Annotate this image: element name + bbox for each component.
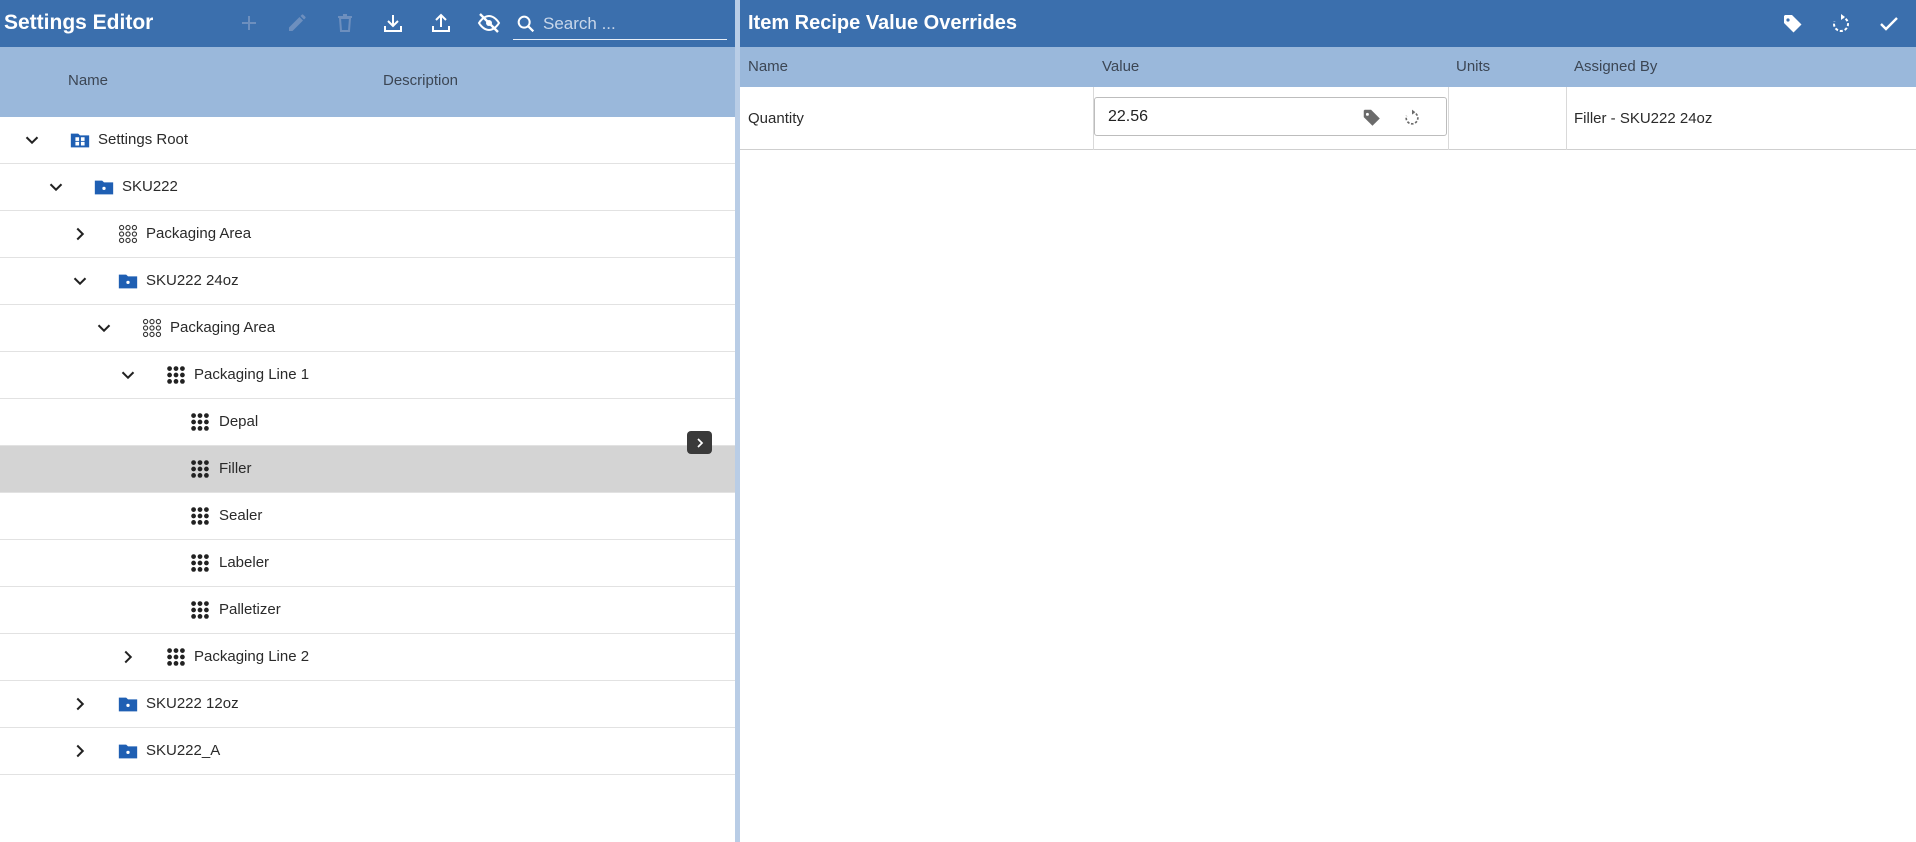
tree-node-label: Settings Root [98,131,189,148]
settings-tree: Settings Root SKU222 Packaging Area SKU2… [0,117,735,775]
overrides-table-header: Name Value Units Assigned By [740,47,1916,87]
tree-column-header: Name Description [0,47,735,117]
column-name-header: Name [748,58,789,75]
reset-icon[interactable] [1400,106,1424,130]
tree-node-sku222[interactable]: SKU222 [0,164,735,211]
chevron-right-icon [696,437,703,448]
area-grid-icon [118,224,138,244]
reset-icon[interactable] [1828,11,1854,37]
tree-node-label: Depal [219,413,259,430]
chevron-down-icon[interactable] [21,129,43,151]
line-grid-icon [191,413,209,431]
tree-node-label: SKU222_A [146,742,221,759]
chevron-right-icon[interactable] [69,223,91,245]
check-icon[interactable] [1876,11,1902,37]
tag-icon[interactable] [1780,11,1806,37]
tree-node-label: Packaging Line 2 [194,648,310,665]
chevron-down-icon[interactable] [117,364,139,386]
tree-node-packaging-line-1[interactable]: Packaging Line 1 [0,352,735,399]
folder-icon [94,180,114,195]
tree-node-palletizer[interactable]: Palletizer [0,587,735,634]
tree-node-label: Palletizer [219,601,281,618]
tree-node-filler[interactable]: Filler [0,446,735,493]
tree-node-label: Packaging Line 1 [194,366,310,383]
line-grid-icon [191,554,209,572]
tree-node-sku222-24oz[interactable]: SKU222 24oz [0,258,735,305]
chevron-down-icon[interactable] [93,317,115,339]
tree-node-label: Packaging Area [146,225,252,242]
chevron-right-icon[interactable] [69,740,91,762]
row-assigned-by-cell: Filler - SKU222 24oz [1574,110,1713,127]
column-units-header: Units [1456,58,1491,75]
tree-node-depal[interactable]: Depal [0,399,735,446]
column-divider [1566,87,1567,150]
search-icon [517,15,535,33]
tree-node-sku222-a[interactable]: SKU222_A [0,728,735,775]
tree-node-label: Filler [219,460,252,477]
settings-root-icon [70,133,90,148]
settings-editor-toolbar: Settings Editor [0,0,735,47]
tree-node-label: Labeler [219,554,270,571]
folder-icon [118,744,138,759]
tree-node-label: Sealer [219,507,263,524]
tree-node-packaging-area[interactable]: Packaging Area [0,305,735,352]
area-grid-icon [142,318,162,338]
chevron-right-icon[interactable] [117,646,139,668]
folder-icon [118,274,138,289]
line-grid-icon [167,366,185,384]
table-row[interactable]: Quantity 22.56 Filler - SKU222 24oz [740,87,1916,150]
add-icon[interactable] [236,10,262,36]
line-grid-icon [191,460,209,478]
value-field[interactable]: 22.56 [1094,97,1447,136]
tree-node-label: Packaging Area [170,319,276,336]
tag-icon[interactable] [1360,106,1384,130]
delete-icon[interactable] [332,10,358,36]
column-description-header: Description [383,72,459,89]
column-divider [1448,87,1449,150]
upload-icon[interactable] [428,10,454,36]
value-input[interactable]: 22.56 [1108,108,1148,126]
value-overrides-panel: Item Recipe Value Overrides Name Value U… [740,0,1916,842]
chevron-down-icon[interactable] [69,270,91,292]
tree-node-sku222-12oz[interactable]: SKU222 12oz [0,681,735,728]
row-name-cell: Quantity [748,110,804,127]
chevron-down-icon[interactable] [45,176,67,198]
tree-node-label: SKU222 [122,178,178,195]
line-grid-icon [191,601,209,619]
chevron-right-icon[interactable] [69,693,91,715]
column-assigned-by-header: Assigned By [1574,58,1658,75]
visibility-off-icon[interactable] [476,10,502,36]
settings-editor-panel: Settings Editor Name Description [0,0,735,842]
search-field[interactable] [513,8,727,40]
collapse-panel-button[interactable] [687,431,712,454]
overrides-header: Item Recipe Value Overrides [740,0,1916,47]
tree-node-settings-root[interactable]: Settings Root [0,117,735,164]
tree-node-label: SKU222 12oz [146,695,239,712]
panel-title: Item Recipe Value Overrides [748,12,1018,34]
edit-icon[interactable] [284,10,310,36]
column-name-header: Name [68,72,109,89]
tree-node-label: SKU222 24oz [146,272,239,289]
tree-node-labeler[interactable]: Labeler [0,540,735,587]
app-title: Settings Editor [4,11,154,34]
tree-node-sealer[interactable]: Sealer [0,493,735,540]
download-icon[interactable] [380,10,406,36]
tree-node-packaging-line-2[interactable]: Packaging Line 2 [0,634,735,681]
search-input[interactable] [543,12,723,36]
column-value-header: Value [1102,58,1140,75]
folder-icon [118,697,138,712]
tree-node-packaging-area[interactable]: Packaging Area [0,211,735,258]
line-grid-icon [167,648,185,666]
line-grid-icon [191,507,209,525]
